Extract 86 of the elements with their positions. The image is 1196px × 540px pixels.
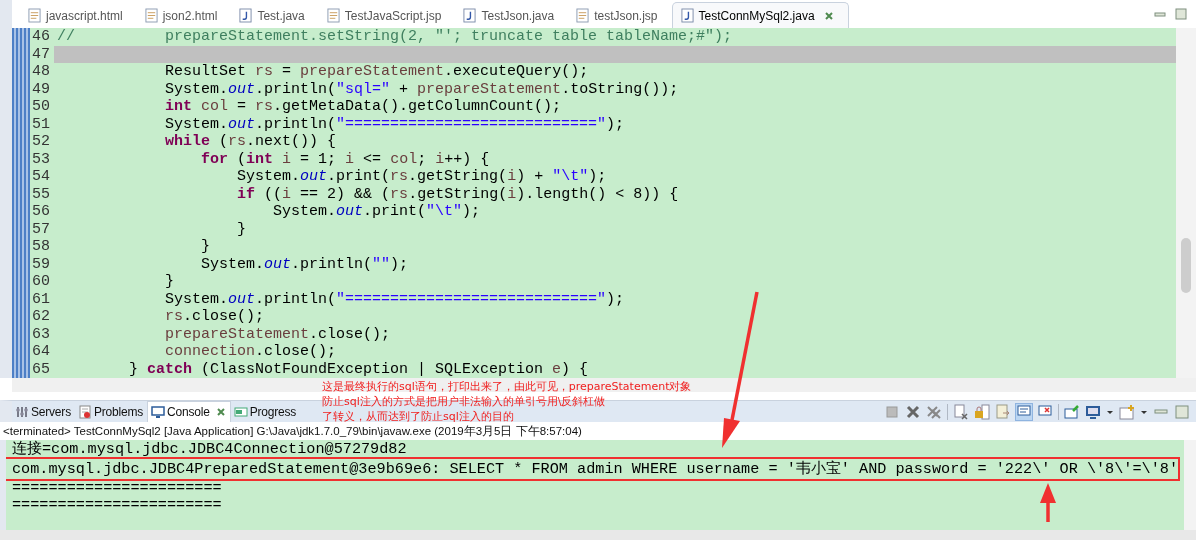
progress-icon [233, 404, 248, 419]
problems-icon [77, 404, 92, 419]
view-tab[interactable]: Progress [230, 401, 301, 422]
java-file-icon [463, 8, 477, 23]
document-icon [144, 8, 158, 23]
line-number: 51 [31, 115, 51, 133]
close-icon[interactable] [823, 10, 834, 21]
editor-tab[interactable]: TestJavaScript.jsp [318, 3, 456, 28]
maximize-icon[interactable] [1174, 403, 1190, 420]
line-number: 52 [31, 133, 51, 151]
line-number: 62 [31, 308, 51, 326]
view-tab[interactable]: Problems [74, 401, 148, 422]
code-line: System.out.println("============================"); [164, 290, 625, 308]
console-line: ======================= [11, 479, 223, 497]
code-line: System.out.print("\t"); [272, 203, 481, 221]
line-number: 58 [31, 238, 51, 256]
line-number: 54 [31, 168, 51, 186]
view-tab[interactable]: Console [147, 401, 231, 422]
console-line: ======================= [11, 497, 223, 515]
annotation-text: 防止sql注入的方式是把用户非法输入的单引号用\反斜杠做 [322, 394, 607, 409]
annotation-text: 这是最终执行的sql语句，打印出来了，由此可见，prepareStatement对象 [322, 379, 692, 394]
lock-icon[interactable] [974, 403, 990, 420]
code-line: int col = rs.getMetaData().getColumnCount(); [164, 98, 562, 116]
arrow [1040, 483, 1056, 522]
line-number: 57 [31, 220, 51, 238]
code-line: System.out.println(""); [200, 255, 409, 273]
code-line: if ((i == 2) && (rs.getString(i).length() < 8)) { [236, 185, 679, 203]
monitor-icon[interactable] [1085, 403, 1101, 420]
editor-tab[interactable]: testJson.jsp [568, 3, 672, 28]
monitor-icon [151, 405, 166, 419]
code-line: } [200, 238, 211, 256]
servers-icon [15, 404, 29, 419]
view-tab[interactable]: Servers [12, 401, 75, 422]
editor-tab[interactable]: TestConnMySql2.java [671, 2, 849, 28]
line-number: 48 [31, 63, 51, 81]
java-file-icon [680, 8, 694, 23]
remove-icon[interactable] [905, 403, 921, 420]
code-line: System.out.println("sql=" + prepareStatement.toString()); [164, 80, 679, 98]
line-number: 63 [31, 325, 51, 343]
line-number: 46 [31, 28, 51, 46]
annotation-text: 了转义，从而达到了防止sql注入的目的 [322, 409, 515, 424]
line-number: 49 [31, 80, 51, 98]
line-number: 53 [31, 150, 51, 168]
line-number: 60 [31, 273, 51, 291]
code-line: } catch (ClassNotFoundException | SQLException e) { [128, 360, 589, 378]
code-line: while (rs.next()) { [164, 133, 337, 151]
scrollbar[interactable] [1176, 28, 1196, 378]
editor-tab[interactable]: json2.html [136, 3, 232, 28]
scrollbar[interactable] [12, 378, 1196, 392]
close-icon[interactable] [215, 407, 226, 417]
code-line: for (int i = 1; i <= col; i++) { [200, 150, 490, 168]
code-line: prepareStatement.close(); [164, 325, 391, 343]
remove-all-icon[interactable] [926, 403, 942, 420]
code-line: rs.close(); [164, 308, 265, 326]
pin-icon[interactable] [1064, 403, 1080, 420]
document-icon [28, 8, 41, 23]
editor-tab[interactable]: TestJson.java [455, 3, 569, 28]
clear-icon[interactable] [953, 403, 969, 420]
scrollbar[interactable] [0, 530, 1196, 540]
editor-tab[interactable]: javascript.html [20, 3, 137, 28]
line-number: 59 [31, 255, 51, 273]
maximize-icon[interactable] [1175, 8, 1187, 20]
console-icon[interactable] [1016, 403, 1032, 420]
scrollbar[interactable] [1184, 440, 1196, 530]
console-line: 连接=com.mysql.jdbc.JDBC4Connection@57279d82 [11, 441, 408, 459]
line-number: 64 [31, 343, 51, 361]
line-number: 47 [30, 45, 54, 63]
editor-tab[interactable]: Test.java [231, 3, 319, 28]
line-number: 56 [31, 203, 51, 221]
code-line: System.out.print(rs.getString(i) + "\t"); [236, 168, 607, 186]
document-icon[interactable] [995, 403, 1011, 420]
line-number: 65 [31, 360, 51, 378]
document-icon [576, 8, 590, 23]
java-file-icon [239, 8, 253, 23]
code-line: } [236, 220, 247, 238]
code-line: connection.close(); [164, 343, 337, 361]
line-number: 50 [31, 98, 51, 116]
line-number: 55 [31, 185, 51, 203]
code-line: } [164, 273, 175, 291]
new-window-icon[interactable] [1119, 403, 1135, 420]
code-line: // prepareStatement.setString(2, "'; truncate table tableName;#"); [57, 28, 733, 46]
code-line: ResultSet rs = prepareStatement.executeQuery(); [164, 63, 589, 81]
stop-icon[interactable] [884, 403, 900, 420]
line-number: 61 [31, 290, 51, 308]
document-icon [326, 8, 340, 23]
code-line: System.out.println("============================"); [164, 115, 625, 133]
